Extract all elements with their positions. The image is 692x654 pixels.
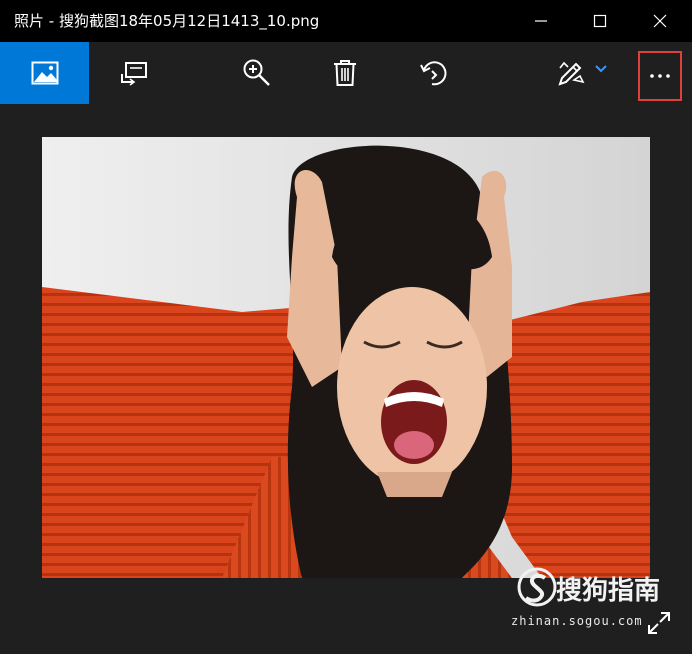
slideshow-button[interactable] [100, 42, 170, 104]
edit-create-button[interactable] [540, 42, 624, 104]
fullscreen-expand-icon[interactable] [645, 609, 673, 637]
title-bar: 照片 - 搜狗截图18年05月12日1413_10.png [0, 0, 692, 42]
photos-window: 照片 - 搜狗截图18年05月12日1413_10.png 搜狗指南 zhina… [0, 0, 692, 654]
delete-button[interactable] [310, 42, 380, 104]
zoom-button[interactable] [222, 42, 292, 104]
screaming-woman-photo [42, 137, 650, 578]
rotate-button[interactable] [399, 42, 469, 104]
trash-icon [334, 60, 356, 86]
edit-pencil-icon [558, 61, 585, 86]
image-icon [31, 61, 58, 85]
maximize-button[interactable] [568, 0, 632, 42]
close-button[interactable] [628, 0, 692, 42]
window-title: 照片 - 搜狗截图18年05月12日1413_10.png [14, 12, 320, 30]
watermark-url: zhinan.sogou.com [511, 614, 643, 628]
watermark-brand: 搜狗指南 [556, 576, 661, 606]
close-icon [653, 14, 667, 28]
minimize-button[interactable] [509, 0, 573, 42]
more-button[interactable] [638, 51, 682, 101]
more-icon [650, 74, 670, 78]
toolbar [0, 42, 692, 104]
collection-button[interactable] [0, 42, 89, 104]
zoom-in-icon [243, 59, 270, 86]
slideshow-icon [121, 62, 147, 86]
rotate-icon [420, 61, 447, 86]
photo-viewer-image [42, 137, 650, 578]
chevron-down-icon [595, 65, 607, 73]
maximize-icon [593, 14, 607, 28]
minimize-icon [535, 20, 547, 22]
